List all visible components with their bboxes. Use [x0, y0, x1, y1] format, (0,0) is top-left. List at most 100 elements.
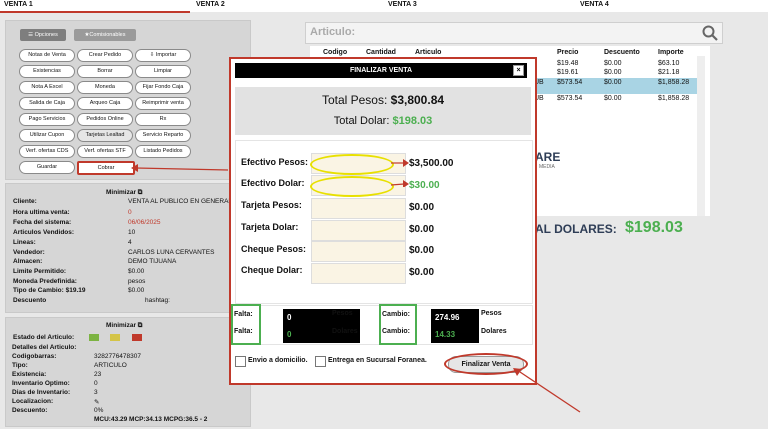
- sale-info-value: $0.00: [128, 287, 145, 294]
- borrar-button[interactable]: Borrar: [77, 65, 133, 78]
- options-panel: ☰ Opciones ★Comisionables Notas de Venta…: [5, 20, 251, 180]
- sale-info-value: DEMO TIJUANA: [128, 258, 177, 265]
- sale-info-value: hashtag:: [145, 297, 170, 304]
- cambio-pesos-box: 274.96: [431, 309, 479, 326]
- sale-info-minimize[interactable]: Minimizar ⧉: [106, 189, 142, 197]
- cheque-dolar-input[interactable]: [311, 263, 406, 284]
- tarjetas-lealtad-button[interactable]: Tarjetas Lealtad: [77, 129, 133, 142]
- grid-header-descuento: Descuento: [604, 49, 640, 56]
- search-input[interactable]: Articulo:: [310, 26, 355, 38]
- importar-button[interactable]: ⇩ Importar: [135, 49, 191, 62]
- total-dolar-line: Total Dolar: $198.03: [235, 115, 531, 127]
- article-info-value: ✎: [94, 399, 100, 406]
- cobrar-button[interactable]: Cobrar: [77, 161, 135, 175]
- tab-venta-1[interactable]: VENTA 1: [4, 1, 33, 8]
- grid-cell-descuento: $0.00: [604, 69, 622, 76]
- article-info-value: 0: [94, 380, 98, 387]
- cambio-dolares-box: 14.33: [431, 326, 479, 343]
- total-dolares-value: $198.03: [625, 219, 683, 236]
- sale-info-label: Lineas:: [13, 239, 36, 246]
- sale-info-value: 10: [128, 229, 136, 236]
- sale-info-value: pesos: [128, 278, 146, 285]
- cheque-pesos-input[interactable]: [311, 241, 406, 262]
- cambio-pesos-unit: Pesos: [481, 310, 502, 317]
- article-info-value: ARTICULO: [94, 362, 127, 369]
- article-cost-footer: MCU:43.29 MCP:34.13 MCPG:36.5 - 2: [94, 416, 208, 423]
- grid-header-codigo: Codigo: [323, 49, 348, 56]
- envio-domicilio-checkbox[interactable]: [235, 356, 246, 367]
- servicio-reparto-button[interactable]: Servicio Reparto: [135, 129, 191, 142]
- rx-button[interactable]: Rx: [135, 113, 191, 126]
- verf-ofertas-stf-button[interactable]: Verf. ofertas STF: [77, 145, 133, 158]
- sale-info-label: Moneda Predefinida:: [13, 278, 77, 285]
- grid-cell-importe: $63.10: [658, 60, 680, 67]
- grid-cell-precio: $573.54: [557, 95, 583, 102]
- total-pesos-line: Total Pesos: $3,800.84: [235, 93, 531, 107]
- tarjeta-dolar-input[interactable]: [311, 220, 406, 241]
- cobrar-arrow-icon: [131, 164, 229, 172]
- notas-de-venta-button[interactable]: Notas de Venta: [19, 49, 75, 62]
- tarjeta-pesos-input[interactable]: [311, 198, 406, 219]
- finalizar-arrow-icon: [513, 368, 581, 413]
- grid-cell-precio: $19.48: [557, 60, 579, 67]
- estado-articulo-label: Estado del Articulo:: [13, 334, 75, 341]
- article-info-label: Codigobarras:: [12, 353, 57, 360]
- minimize-icon: ⧉: [137, 189, 143, 196]
- article-info-minimize[interactable]: Minimizar ⧉: [106, 322, 142, 330]
- nota-a-excel-button[interactable]: Nota A Excel: [19, 81, 75, 94]
- tab-venta-4[interactable]: VENTA 4: [580, 1, 609, 8]
- listado-pedidos-button[interactable]: Listado Pedidos: [135, 145, 191, 158]
- tab-venta-2[interactable]: VENTA 2: [196, 1, 225, 8]
- tab-opciones[interactable]: ☰ Opciones: [20, 29, 66, 41]
- cambio-label-1: Cambio:: [382, 311, 410, 318]
- tab-comisionables[interactable]: ★Comisionables: [74, 29, 136, 41]
- existencias-button[interactable]: Existencias: [19, 65, 75, 78]
- modal-title: FINALIZAR VENTA ×: [235, 63, 527, 78]
- grid-scrollbar[interactable]: [697, 56, 705, 216]
- sale-info-label: Articulos Vendidos:: [13, 229, 75, 236]
- entrega-sucursal-checkbox[interactable]: [315, 356, 326, 367]
- modal-title-text: FINALIZAR VENTA: [349, 67, 413, 74]
- grid-header-cantidad: Cantidad: [366, 49, 396, 56]
- pedidos-online-button[interactable]: Pedidos Online: [77, 113, 133, 126]
- sale-info-label: Descuento: [13, 297, 47, 304]
- cheque-dolar-label: Cheque Dolar:: [241, 265, 303, 275]
- article-search-bar[interactable]: Articulo:: [305, 22, 723, 44]
- grid-cell-importe: $1,858.28: [658, 79, 690, 86]
- limpiar-button[interactable]: Limpiar: [135, 65, 191, 78]
- search-icon[interactable]: [702, 25, 718, 41]
- salida-de-caja-button[interactable]: Salida de Caja: [19, 97, 75, 110]
- pago-servicios-button[interactable]: Pago Servicios: [19, 113, 75, 126]
- tab-venta-3[interactable]: VENTA 3: [388, 1, 417, 8]
- minimize-label: Minimizar: [106, 322, 136, 329]
- tarjeta-pesos-label: Tarjeta Pesos:: [241, 200, 302, 210]
- grid-header-importe: Importe: [658, 49, 684, 56]
- moneda-button[interactable]: Moneda: [77, 81, 133, 94]
- efectivo-dolar-label: Efectivo Dolar:: [241, 178, 305, 188]
- sale-info-value: CARLOS LUNA CERVANTES: [128, 249, 215, 256]
- efectivo-pesos-value: $3,500.00: [409, 158, 454, 169]
- cheque-dolar-value: $0.00: [409, 267, 435, 278]
- reimprimir-venta-button[interactable]: Reimprimir venta: [135, 97, 191, 110]
- arqueo-caja-button[interactable]: Arqueo Caja: [77, 97, 133, 110]
- falta-label-2: Falta:: [234, 328, 253, 335]
- crear-pedido-button[interactable]: Crear Pedido: [77, 49, 133, 62]
- entrega-sucursal-label: Entrega en Sucursal Foranea.: [328, 357, 427, 364]
- article-info-label: Detalles del Articulo:: [12, 344, 77, 351]
- article-info-label: Tipo:: [12, 362, 28, 369]
- minimize-label: Minimizar: [106, 189, 136, 196]
- grid-cell-precio: $573.54: [557, 79, 583, 86]
- guardar-button[interactable]: Guardar: [19, 161, 75, 174]
- verf-ofertas-cds-button[interactable]: Verf. ofertas CDS: [19, 145, 75, 158]
- sale-info-value: 0: [128, 209, 132, 216]
- minimize-icon: ⧉: [137, 322, 143, 329]
- sale-info-label: Limite Permitido:: [13, 268, 67, 275]
- sale-info-label: Vendedor:: [13, 249, 45, 256]
- utilizar-cupon-button[interactable]: Utilizar Cupon: [19, 129, 75, 142]
- falta-pesos-unit: Pesos: [332, 310, 353, 317]
- close-icon[interactable]: ×: [513, 65, 524, 76]
- grid-cell-precio: $19.61: [557, 69, 579, 76]
- tarjeta-dolar-value: $0.00: [409, 224, 435, 235]
- fijar-fondo-caja-button[interactable]: Fijar Fondo Caja: [135, 81, 191, 94]
- total-dolar-value: $198.03: [392, 115, 433, 127]
